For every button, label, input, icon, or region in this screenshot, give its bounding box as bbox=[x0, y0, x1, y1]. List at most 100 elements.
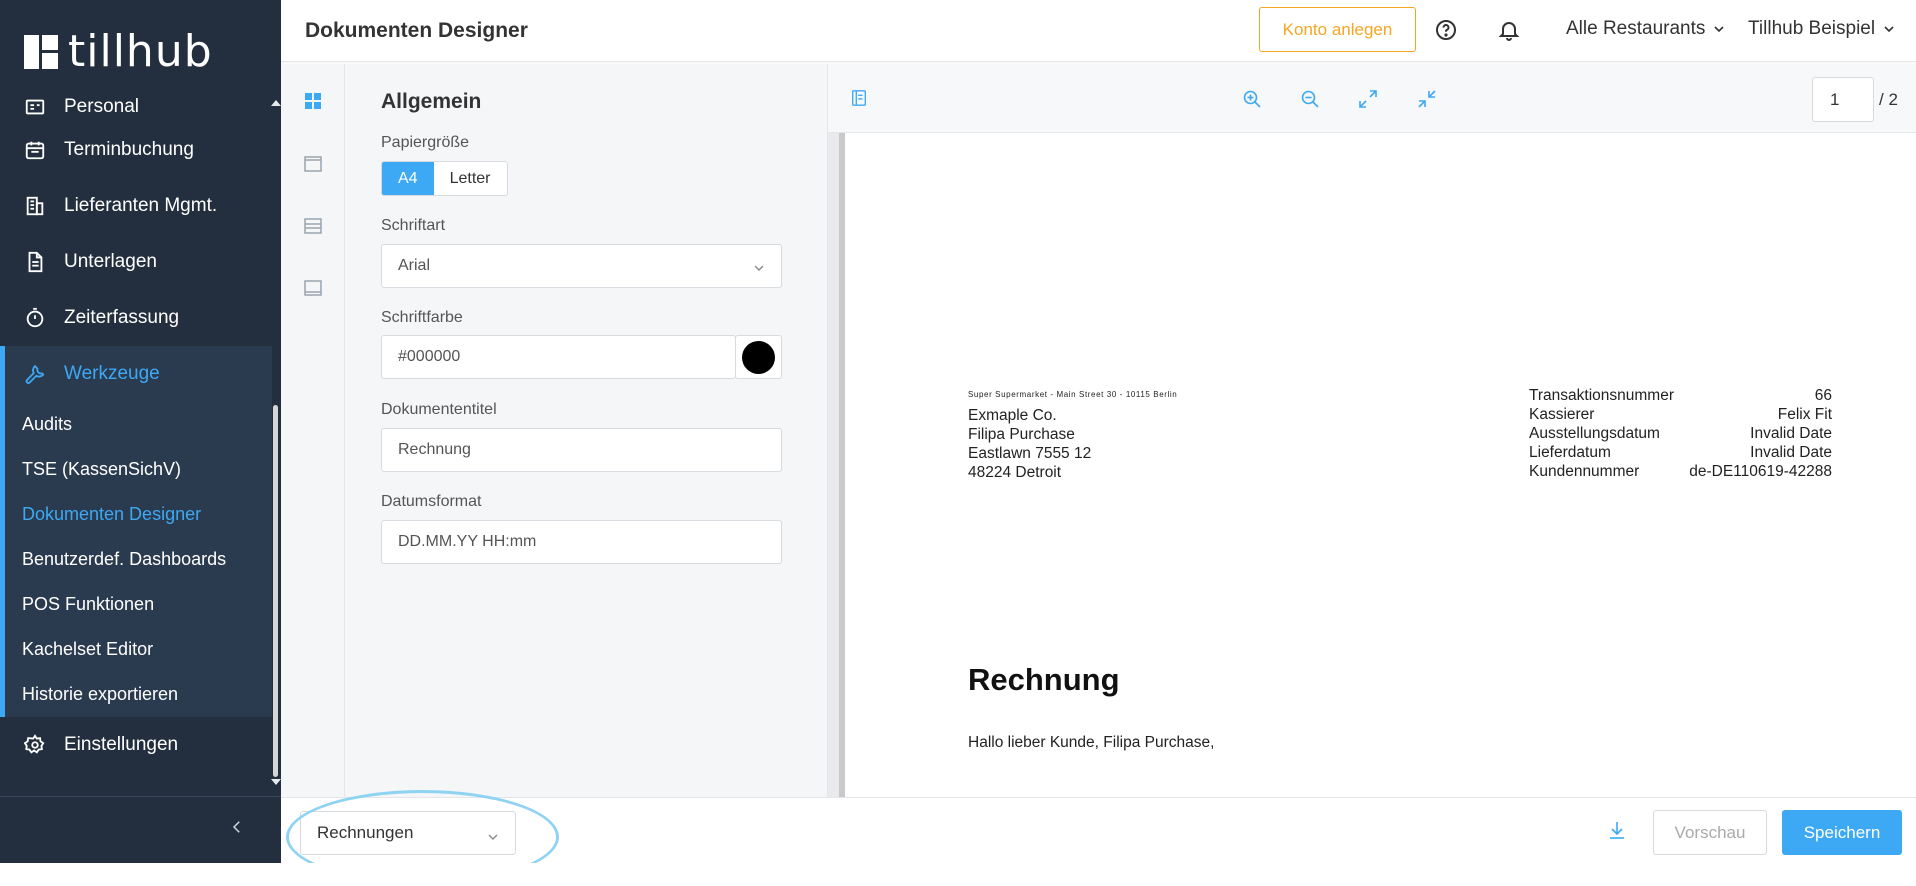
sidebar-subitem-pos-funktionen[interactable]: POS Funktionen bbox=[5, 582, 272, 627]
sidebar-item-werkzeuge[interactable]: Werkzeuge bbox=[0, 346, 272, 402]
paper-size-letter-option[interactable]: Letter bbox=[434, 162, 507, 195]
sidebar-subitem-audits[interactable]: Audits bbox=[5, 402, 272, 447]
app-root: tillhub Personal Terminbuchung Lieferant… bbox=[0, 0, 1916, 886]
sidebar-item-label: Einstellungen bbox=[64, 734, 179, 755]
zoom-out-icon[interactable] bbox=[1300, 89, 1320, 109]
document-preview: 1 / 2 Super Supermarket - Main Street 30… bbox=[828, 64, 1916, 797]
grid-icon[interactable] bbox=[303, 91, 323, 111]
document-title-label: Dokumententitel bbox=[381, 401, 497, 418]
sidebar-subitem-kachelset-editor[interactable]: Kachelset Editor bbox=[5, 627, 272, 672]
sidebar-item-unterlagen[interactable]: Unterlagen bbox=[0, 234, 272, 290]
location-dropdown-label: Alle Restaurants bbox=[1566, 18, 1706, 39]
font-color-label: Schriftfarbe bbox=[381, 309, 463, 326]
paper-size-label: Papiergröße bbox=[381, 134, 470, 151]
layout-body-icon[interactable] bbox=[303, 216, 323, 236]
page-total: / 2 bbox=[1879, 90, 1898, 109]
konto-anlegen-button[interactable]: Konto anlegen bbox=[1259, 7, 1416, 52]
color-swatch bbox=[742, 340, 775, 374]
sidebar-item-label: Lieferanten Mgmt. bbox=[64, 195, 218, 216]
address-line: 48224 Detroit bbox=[968, 464, 1062, 481]
sidebar-divider bbox=[0, 796, 281, 797]
meta-key: Transaktionsnummer bbox=[1529, 387, 1675, 404]
brand-logo[interactable]: tillhub bbox=[24, 30, 213, 74]
document-title-value: Rechnung bbox=[398, 441, 471, 458]
account-dropdown-label: Tillhub Beispiel bbox=[1748, 18, 1876, 39]
meta-key: Kassierer bbox=[1529, 406, 1595, 423]
designer-section-nav bbox=[281, 64, 345, 797]
font-select-value: Arial bbox=[398, 257, 431, 274]
layout-header-icon[interactable] bbox=[303, 154, 323, 174]
meta-value: Invalid Date bbox=[1750, 444, 1832, 461]
document-type-select[interactable]: Rechnungen bbox=[300, 811, 516, 855]
document-title: Rechnung bbox=[968, 662, 1120, 697]
chevron-down-icon bbox=[1713, 23, 1725, 35]
compress-icon[interactable] bbox=[1417, 89, 1437, 109]
meta-key: Ausstellungsdatum bbox=[1529, 425, 1660, 442]
meta-row: Transaktionsnummer 66 bbox=[1529, 386, 1832, 405]
scroll-up-arrow-icon[interactable] bbox=[271, 100, 281, 106]
preview-button[interactable]: Vorschau bbox=[1653, 810, 1767, 855]
werkzeuge-submenu: Audits TSE (KassenSichV) Dokumenten Desi… bbox=[0, 402, 272, 717]
document-icon bbox=[24, 251, 46, 273]
meta-value: de-DE110619-42288 bbox=[1689, 463, 1832, 480]
document-greeting: Hallo lieber Kunde, Filipa Purchase, bbox=[968, 734, 1215, 751]
document-page: Super Supermarket - Main Street 30 - 101… bbox=[839, 133, 1916, 797]
font-color-value: #000000 bbox=[398, 348, 461, 365]
stopwatch-icon bbox=[24, 307, 46, 329]
account-dropdown[interactable]: Tillhub Beispiel bbox=[1748, 18, 1895, 40]
page-bottom-strip bbox=[0, 863, 1916, 886]
sidebar-subitem-historie-exportieren[interactable]: Historie exportieren bbox=[5, 672, 272, 717]
sidebar-item-label: Zeiterfassung bbox=[64, 307, 180, 328]
brand-name: tillhub bbox=[68, 26, 213, 77]
sidebar-subitem-dashboards[interactable]: Benutzerdef. Dashboards bbox=[5, 537, 272, 582]
meta-row: Ausstellungsdatum Invalid Date bbox=[1529, 424, 1832, 443]
scroll-thumb[interactable] bbox=[273, 405, 278, 777]
meta-row: Kassierer Felix Fit bbox=[1529, 405, 1832, 424]
download-icon[interactable] bbox=[1607, 819, 1627, 841]
sidebar-subitem-dokumenten-designer[interactable]: Dokumenten Designer bbox=[5, 492, 272, 537]
bottom-action-bar: Rechnungen Vorschau Speichern bbox=[281, 790, 1916, 884]
paper-size-toggle: A4 Letter bbox=[381, 161, 508, 196]
logo-icon bbox=[24, 35, 58, 69]
chevron-down-icon bbox=[487, 828, 499, 840]
font-color-input[interactable]: #000000 bbox=[381, 335, 736, 379]
expand-icon[interactable] bbox=[1358, 89, 1378, 109]
invoice-meta: Transaktionsnummer 66 Kassierer Felix Fit … bbox=[1529, 386, 1832, 481]
scroll-down-arrow-icon[interactable] bbox=[271, 779, 281, 785]
sidebar-subitem-tse[interactable]: TSE (KassenSichV) bbox=[5, 447, 272, 492]
id-card-icon bbox=[24, 96, 46, 118]
sidebar-item-personal[interactable]: Personal bbox=[0, 86, 272, 122]
location-dropdown[interactable]: Alle Restaurants bbox=[1566, 18, 1725, 40]
preview-toolbar: 1 / 2 bbox=[828, 64, 1916, 133]
sidebar-item-label: Terminbuchung bbox=[64, 139, 194, 160]
outline-icon[interactable] bbox=[850, 89, 870, 109]
save-button[interactable]: Speichern bbox=[1782, 810, 1902, 855]
date-format-label: Datumsformat bbox=[381, 493, 482, 510]
font-label: Schriftart bbox=[381, 217, 446, 234]
sidebar-nav: Personal Terminbuchung Lieferanten Mgmt.… bbox=[0, 86, 272, 786]
sidebar-scrollbar[interactable] bbox=[271, 100, 281, 785]
chevron-down-icon bbox=[753, 261, 765, 273]
paper-size-a4-option[interactable]: A4 bbox=[382, 162, 434, 195]
sender-line: Super Supermarket - Main Street 30 - 101… bbox=[968, 390, 1178, 399]
meta-row: Kundennummer de-DE110619-42288 bbox=[1529, 462, 1832, 481]
sidebar-item-terminbuchung[interactable]: Terminbuchung bbox=[0, 122, 272, 178]
help-icon[interactable] bbox=[1434, 18, 1458, 42]
sidebar-item-label: Personal bbox=[64, 96, 139, 117]
address-line: Filipa Purchase bbox=[968, 426, 1075, 443]
zoom-in-icon[interactable] bbox=[1242, 89, 1262, 109]
page-title: Dokumenten Designer bbox=[305, 18, 528, 42]
layout-footer-icon[interactable] bbox=[303, 278, 323, 298]
date-format-input[interactable]: DD.MM.YY HH:mm bbox=[381, 520, 782, 564]
bell-icon[interactable] bbox=[1497, 17, 1521, 43]
collapse-sidebar-button[interactable] bbox=[225, 815, 249, 839]
document-title-input[interactable]: Rechnung bbox=[381, 428, 782, 472]
page-number-input[interactable]: 1 bbox=[1812, 77, 1874, 122]
sidebar-item-einstellungen[interactable]: Einstellungen bbox=[0, 717, 272, 773]
font-select[interactable]: Arial bbox=[381, 244, 782, 288]
sidebar-item-lieferanten[interactable]: Lieferanten Mgmt. bbox=[0, 178, 272, 234]
color-picker-button[interactable] bbox=[735, 335, 782, 379]
meta-row: Lieferdatum Invalid Date bbox=[1529, 443, 1832, 462]
sidebar-item-zeiterfassung[interactable]: Zeiterfassung bbox=[0, 290, 272, 346]
sidebar-item-label: Werkzeuge bbox=[64, 363, 160, 384]
